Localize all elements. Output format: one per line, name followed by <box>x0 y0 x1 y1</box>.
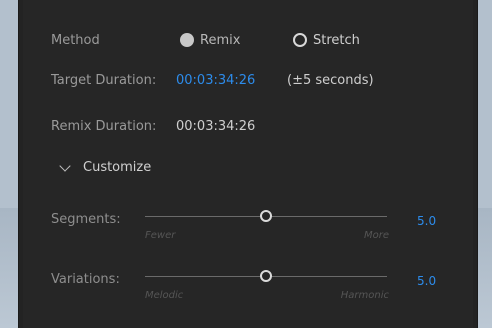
segments-slider-row: Segments: Fewer More 5.0 <box>23 202 473 252</box>
method-row: Method Remix Stretch <box>23 28 473 52</box>
remix-settings-panel: Method Remix Stretch Target Duration: 00… <box>18 0 478 328</box>
method-remix-radio[interactable]: Remix <box>180 33 240 48</box>
target-duration-label: Target Duration: <box>51 72 157 88</box>
variations-label: Variations: <box>51 272 120 287</box>
target-duration-note: (±5 seconds) <box>287 72 374 88</box>
radio-selected-icon <box>180 33 194 47</box>
variations-slider-row: Variations: Melodic Harmonic 5.0 <box>23 262 473 312</box>
method-label: Method <box>51 32 100 48</box>
target-duration-row: Target Duration: 00:03:34:26 (±5 seconds… <box>23 68 473 92</box>
remix-duration-row: Remix Duration: 00:03:34:26 <box>23 114 473 138</box>
panel-body: Method Remix Stretch Target Duration: 00… <box>23 0 473 328</box>
method-stretch-label: Stretch <box>313 32 360 48</box>
radio-unselected-icon <box>293 33 307 47</box>
segments-value[interactable]: 5.0 <box>417 214 436 228</box>
customize-toggle[interactable]: Customize <box>59 159 152 175</box>
variations-max-label: Harmonic <box>340 290 389 301</box>
remix-duration-label: Remix Duration: <box>51 118 157 134</box>
target-duration-value[interactable]: 00:03:34:26 <box>176 73 255 88</box>
variations-min-label: Melodic <box>145 290 184 301</box>
segments-max-label: More <box>363 230 389 241</box>
method-stretch-radio[interactable]: Stretch <box>293 33 360 48</box>
segments-label: Segments: <box>51 212 121 227</box>
method-remix-label: Remix <box>200 32 241 48</box>
chevron-down-icon <box>59 159 71 172</box>
variations-value[interactable]: 5.0 <box>417 274 436 288</box>
segments-slider-handle[interactable] <box>260 210 272 222</box>
remix-duration-value: 00:03:34:26 <box>176 118 256 134</box>
customize-label: Customize <box>83 160 152 175</box>
segments-min-label: Fewer <box>145 230 176 241</box>
variations-slider-handle[interactable] <box>260 270 272 282</box>
